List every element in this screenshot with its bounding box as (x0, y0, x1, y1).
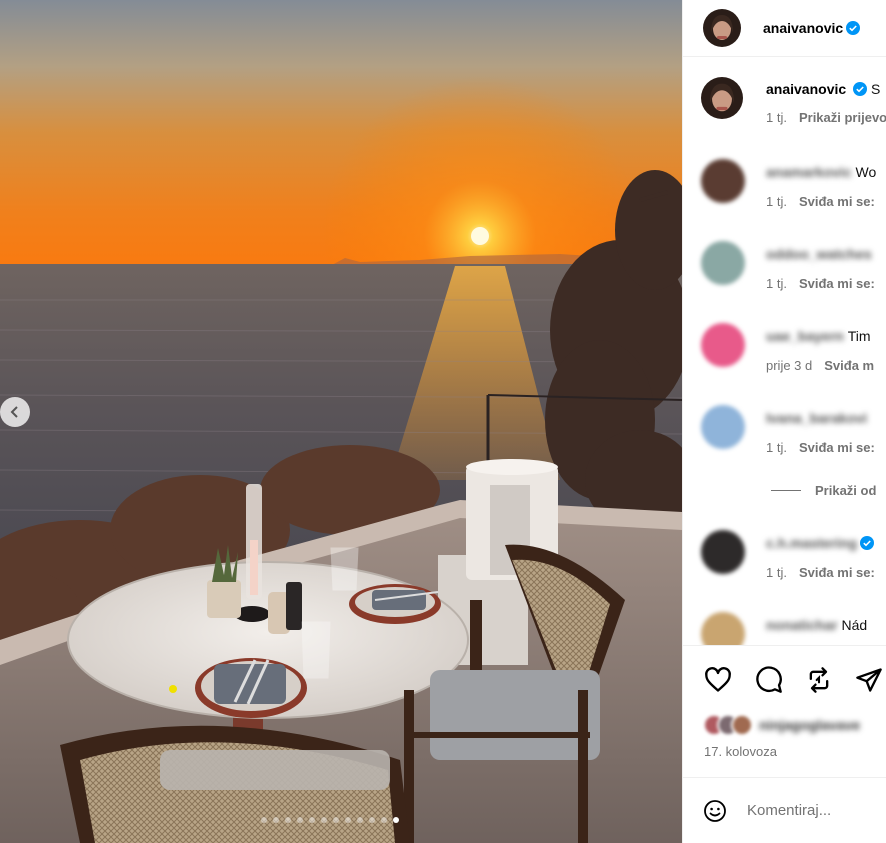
replies-divider (771, 490, 801, 491)
carousel-dots (261, 817, 399, 823)
comment-line: uae_bayern Tim (766, 328, 871, 344)
commenter-username[interactable]: c.h.mastering (766, 535, 857, 551)
commenter-avatar[interactable] (701, 241, 745, 285)
comment-input[interactable] (747, 802, 886, 819)
liked-by-text: ninjagoglavave (759, 717, 861, 733)
carousel-dot[interactable] (369, 817, 375, 823)
carousel-dot[interactable] (297, 817, 303, 823)
comment-like-link[interactable]: Sviđa mi se: (799, 194, 875, 209)
comment-text: Wo (855, 164, 877, 180)
comments-list: anaivanovic S 1 tj. Prikaži prijevod anam… (683, 57, 886, 645)
see-translation-link[interactable]: Prikaži prijevod (799, 110, 886, 125)
commenter-avatar[interactable] (701, 530, 745, 574)
comment-icon (756, 666, 782, 693)
add-comment-bar (683, 777, 886, 843)
share-icon (856, 668, 882, 692)
verified-badge-icon (846, 21, 861, 35)
liker-avatar (731, 714, 753, 736)
post-side-panel: anaivanovic anaivanovic S 1 tj. Prikaži … (682, 0, 886, 843)
comment-line: c.h.mastering (766, 535, 875, 551)
comment-meta: 1 tj. Sviđa mi se: (766, 194, 875, 209)
commenter-avatar[interactable] (701, 159, 745, 203)
comment-line: anamarkovic Wo (766, 164, 876, 180)
repost-icon (809, 667, 829, 693)
comment-meta: 1 tj. Sviđa mi se: (766, 565, 875, 580)
commenter-username[interactable]: nonatichar (766, 617, 838, 633)
commenter-avatar[interactable] (701, 323, 745, 367)
share-button[interactable] (853, 664, 885, 696)
carousel-dot[interactable] (273, 817, 279, 823)
carousel-dot[interactable] (309, 817, 315, 823)
author-avatar[interactable] (703, 9, 741, 47)
liked-by-row[interactable]: ninjagoglavave (703, 714, 860, 736)
comment-time[interactable]: prije 3 d (766, 358, 812, 373)
comment-meta: 1 tj. Sviđa mi se: (766, 440, 875, 455)
comment-text: Nád (841, 617, 868, 633)
repost-button[interactable] (803, 664, 835, 696)
carousel-dot[interactable] (333, 817, 339, 823)
comment-time[interactable]: 1 tj. (766, 276, 787, 291)
caption-text: S (870, 81, 881, 97)
view-replies-label: Prikaži od (815, 483, 877, 498)
verified-badge-icon (853, 82, 868, 96)
commenter-avatar[interactable] (701, 612, 745, 645)
author-username[interactable]: anaivanovic (763, 20, 843, 36)
comment-meta: prije 3 d Sviđa m (766, 358, 874, 373)
caption-time[interactable]: 1 tj. (766, 110, 787, 125)
comment-time[interactable]: 1 tj. (766, 194, 787, 209)
carousel-prev-button[interactable] (0, 397, 30, 427)
sunset-dinner-photo (0, 0, 682, 843)
caption-meta: 1 tj. Prikaži prijevod (766, 110, 886, 125)
post-date[interactable]: 17. kolovoza (704, 744, 777, 759)
carousel-dot[interactable] (345, 817, 351, 823)
post-header: anaivanovic (683, 0, 886, 57)
commenter-username[interactable]: uae_bayern (766, 328, 844, 344)
commenter-username[interactable]: oddoo_watches (766, 246, 872, 262)
verified-badge-icon (860, 536, 875, 550)
comment-button[interactable] (753, 664, 785, 696)
caption-author-avatar[interactable] (701, 77, 743, 119)
carousel-dot[interactable] (285, 817, 291, 823)
comment-time[interactable]: 1 tj. (766, 565, 787, 580)
caption-username[interactable]: anaivanovic (766, 81, 846, 97)
like-button[interactable] (702, 664, 734, 696)
view-replies-button[interactable]: Prikaži od (771, 483, 876, 498)
carousel-dot[interactable] (393, 817, 399, 823)
comment-line: nonatichar Nád (766, 617, 867, 633)
carousel-dot[interactable] (357, 817, 363, 823)
commenter-username[interactable]: Ivana_barakovi (766, 410, 867, 426)
post-actions: ninjagoglavave 17. kolovoza (683, 645, 886, 777)
comment-like-link[interactable]: Sviđa mi se: (799, 276, 875, 291)
commenter-username[interactable]: anamarkovic (766, 164, 852, 180)
comment-line: Ivana_barakovi (766, 410, 867, 426)
post-photo (0, 0, 682, 843)
caption-line: anaivanovic S (766, 81, 880, 97)
carousel-dot[interactable] (381, 817, 387, 823)
commenter-avatar[interactable] (701, 405, 745, 449)
carousel-dot[interactable] (321, 817, 327, 823)
comment-meta: 1 tj. Sviđa mi se: (766, 276, 875, 291)
comment-like-link[interactable]: Sviđa mi se: (799, 565, 875, 580)
comment-text: Tim (847, 328, 871, 344)
comment-like-link[interactable]: Sviđa m (824, 358, 874, 373)
chevron-left-icon (10, 406, 18, 418)
comment-time[interactable]: 1 tj. (766, 440, 787, 455)
comment-line: oddoo_watches (766, 246, 872, 262)
comment-like-link[interactable]: Sviđa mi se: (799, 440, 875, 455)
heart-icon (705, 667, 731, 692)
carousel-dot[interactable] (261, 817, 267, 823)
emoji-icon[interactable] (703, 796, 727, 826)
